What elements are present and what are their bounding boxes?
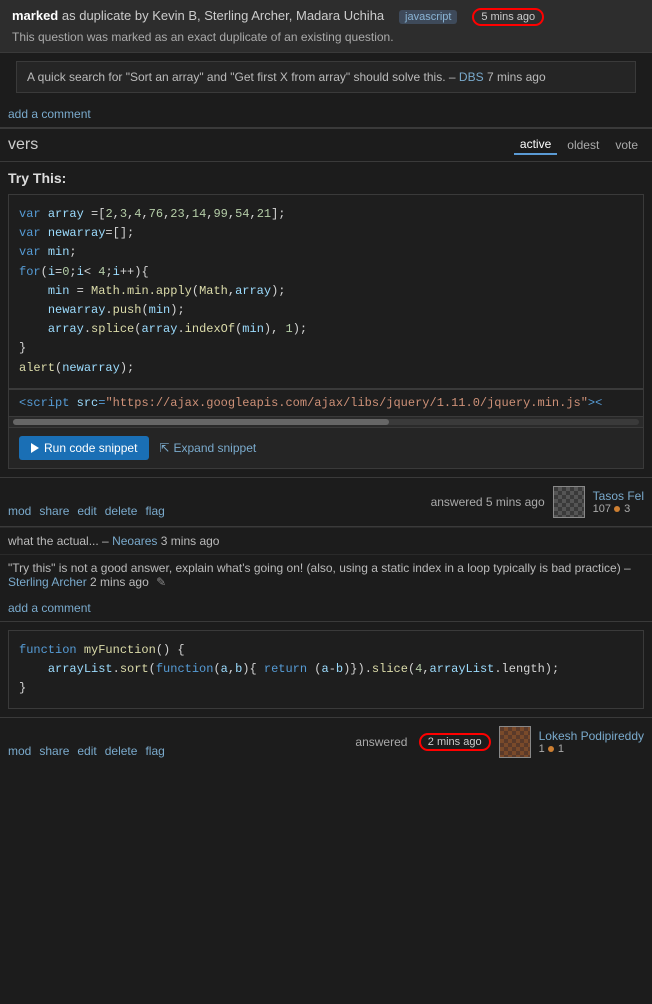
comment-text: A quick search for "Sort an array" and "…	[27, 70, 456, 84]
user-avatar-1	[553, 486, 585, 518]
comment-user-link[interactable]: DBS	[459, 70, 484, 84]
code-scrollbar[interactable]	[8, 416, 644, 428]
javascript-tag[interactable]: javascript	[399, 10, 457, 24]
run-code-button[interactable]: Run code snippet	[19, 436, 149, 460]
scrollbar-track	[13, 419, 639, 425]
duplicate-rest: as duplicate by Kevin B, Sterling Archer…	[62, 8, 384, 23]
run-btn-label: Run code snippet	[44, 441, 137, 455]
code-line-5: min = Math.min.apply(Math,array);	[19, 282, 633, 301]
user-name-2[interactable]: Lokesh Podipireddy	[539, 729, 644, 743]
comment-time: 7 mins ago	[487, 70, 546, 84]
answers-header: vers active oldest vote	[0, 128, 652, 162]
sort-tab-vote[interactable]: vote	[609, 136, 644, 154]
comment-item-2: "Try this" is not a good answer, explain…	[0, 554, 652, 595]
code-line-7: array.splice(array.indexOf(min), 1);	[19, 320, 633, 339]
code-line-1: var array =[2,3,4,76,23,14,99,54,21];	[19, 205, 633, 224]
flag-link[interactable]: flag	[145, 504, 164, 518]
code-line-4: for(i=0;i< 4;i++){	[19, 263, 633, 282]
comment-item-1: what the actual... – Neoares 3 mins ago	[0, 527, 652, 554]
user-info-2: Lokesh Podipireddy 1 1	[539, 729, 644, 755]
user-rep-2: 1 1	[539, 743, 644, 755]
code-line-9: alert(newarray);	[19, 359, 633, 378]
expand-btn-label: Expand snippet	[173, 441, 256, 455]
user-rep-1: 107 3	[593, 503, 644, 515]
delete-link[interactable]: delete	[105, 504, 138, 518]
comment-1-text: what the actual... –	[8, 534, 109, 548]
flag-link-2[interactable]: flag	[145, 744, 164, 758]
share-link-2[interactable]: share	[39, 744, 69, 758]
sort-tabs: active oldest vote	[514, 135, 644, 155]
snippet-toolbar: Run code snippet ⇱ Expand snippet	[8, 428, 644, 469]
scrollbar-thumb	[13, 419, 389, 425]
expand-snippet-button[interactable]: ⇱ Expand snippet	[159, 441, 256, 455]
try-this-label: Try This:	[8, 170, 644, 186]
user-avatar-2	[499, 726, 531, 758]
answer-1: Try This: var array =[2,3,4,76,23,14,99,…	[0, 162, 652, 477]
script-src-line: <script src="https://ajax.googleapis.com…	[8, 389, 644, 416]
answered-label-2: answered	[355, 735, 410, 749]
code2-line-3: }	[19, 679, 633, 698]
edit-link[interactable]: edit	[77, 504, 96, 518]
duplicate-banner: marked as duplicate by Kevin B, Sterling…	[0, 0, 652, 53]
comment-2-user[interactable]: Sterling Archer	[8, 575, 87, 589]
code-line-8: }	[19, 339, 633, 358]
answer-2: function myFunction() { arrayList.sort(f…	[0, 622, 652, 718]
comment-block: A quick search for "Sort an array" and "…	[16, 61, 636, 93]
edit-link-2[interactable]: edit	[77, 744, 96, 758]
mod-link[interactable]: mod	[8, 504, 31, 518]
code-block-1: var array =[2,3,4,76,23,14,99,54,21]; va…	[8, 194, 644, 389]
user-name-1[interactable]: Tasos Fel	[593, 489, 644, 503]
answer-2-actions: mod share edit delete flag	[8, 744, 165, 758]
sort-tab-active[interactable]: active	[514, 135, 557, 155]
code2-line-1: function myFunction() {	[19, 641, 633, 660]
answer-2-meta: mod share edit delete flag answered 2 mi…	[0, 717, 652, 766]
sort-tab-oldest[interactable]: oldest	[561, 136, 605, 154]
comment-1-user[interactable]: Neoares	[112, 534, 157, 548]
code-line-2: var newarray=[];	[19, 224, 633, 243]
comment-2-time: 2 mins ago	[90, 575, 149, 589]
delete-link-2[interactable]: delete	[105, 744, 138, 758]
edit-comment-icon[interactable]: ✎	[156, 575, 166, 589]
answers-title: vers	[8, 136, 38, 154]
add-comment-link[interactable]: add a comment	[0, 101, 99, 127]
play-icon	[31, 443, 39, 453]
code-line-6: newarray.push(min);	[19, 301, 633, 320]
answer-2-time-badge: 2 mins ago	[419, 733, 491, 751]
share-link[interactable]: share	[39, 504, 69, 518]
answer-2-info: answered 2 mins ago Lokesh Podipireddy 1…	[355, 726, 644, 758]
answer-1-actions: mod share edit delete flag	[8, 504, 165, 518]
rep-dot-bronze-1	[614, 506, 620, 512]
duplicate-time-badge: 5 mins ago	[472, 8, 544, 26]
mod-link-2[interactable]: mod	[8, 744, 31, 758]
expand-icon: ⇱	[159, 441, 169, 455]
answer-1-info: answered 5 mins ago Tasos Fel 107 3	[431, 486, 644, 518]
answer-1-meta: mod share edit delete flag answered 5 mi…	[0, 477, 652, 526]
add-comment-link-2[interactable]: add a comment	[0, 595, 99, 621]
code-block-2: function myFunction() { arrayList.sort(f…	[8, 630, 644, 710]
user-info-1: Tasos Fel 107 3	[593, 489, 644, 515]
code2-line-2: arrayList.sort(function(a,b){ return (a-…	[19, 660, 633, 679]
duplicate-title-line: marked as duplicate by Kevin B, Sterling…	[12, 8, 640, 26]
answered-label: answered 5 mins ago	[431, 495, 545, 509]
comments-section: what the actual... – Neoares 3 mins ago …	[0, 527, 652, 595]
duplicate-subtitle: This question was marked as an exact dup…	[12, 30, 640, 44]
rep-dot-bronze-2	[548, 746, 554, 752]
comment-1-time: 3 mins ago	[161, 534, 220, 548]
marked-text: marked	[12, 8, 58, 23]
comment-2-text: "Try this" is not a good answer, explain…	[8, 561, 631, 575]
code-line-3: var min;	[19, 243, 633, 262]
